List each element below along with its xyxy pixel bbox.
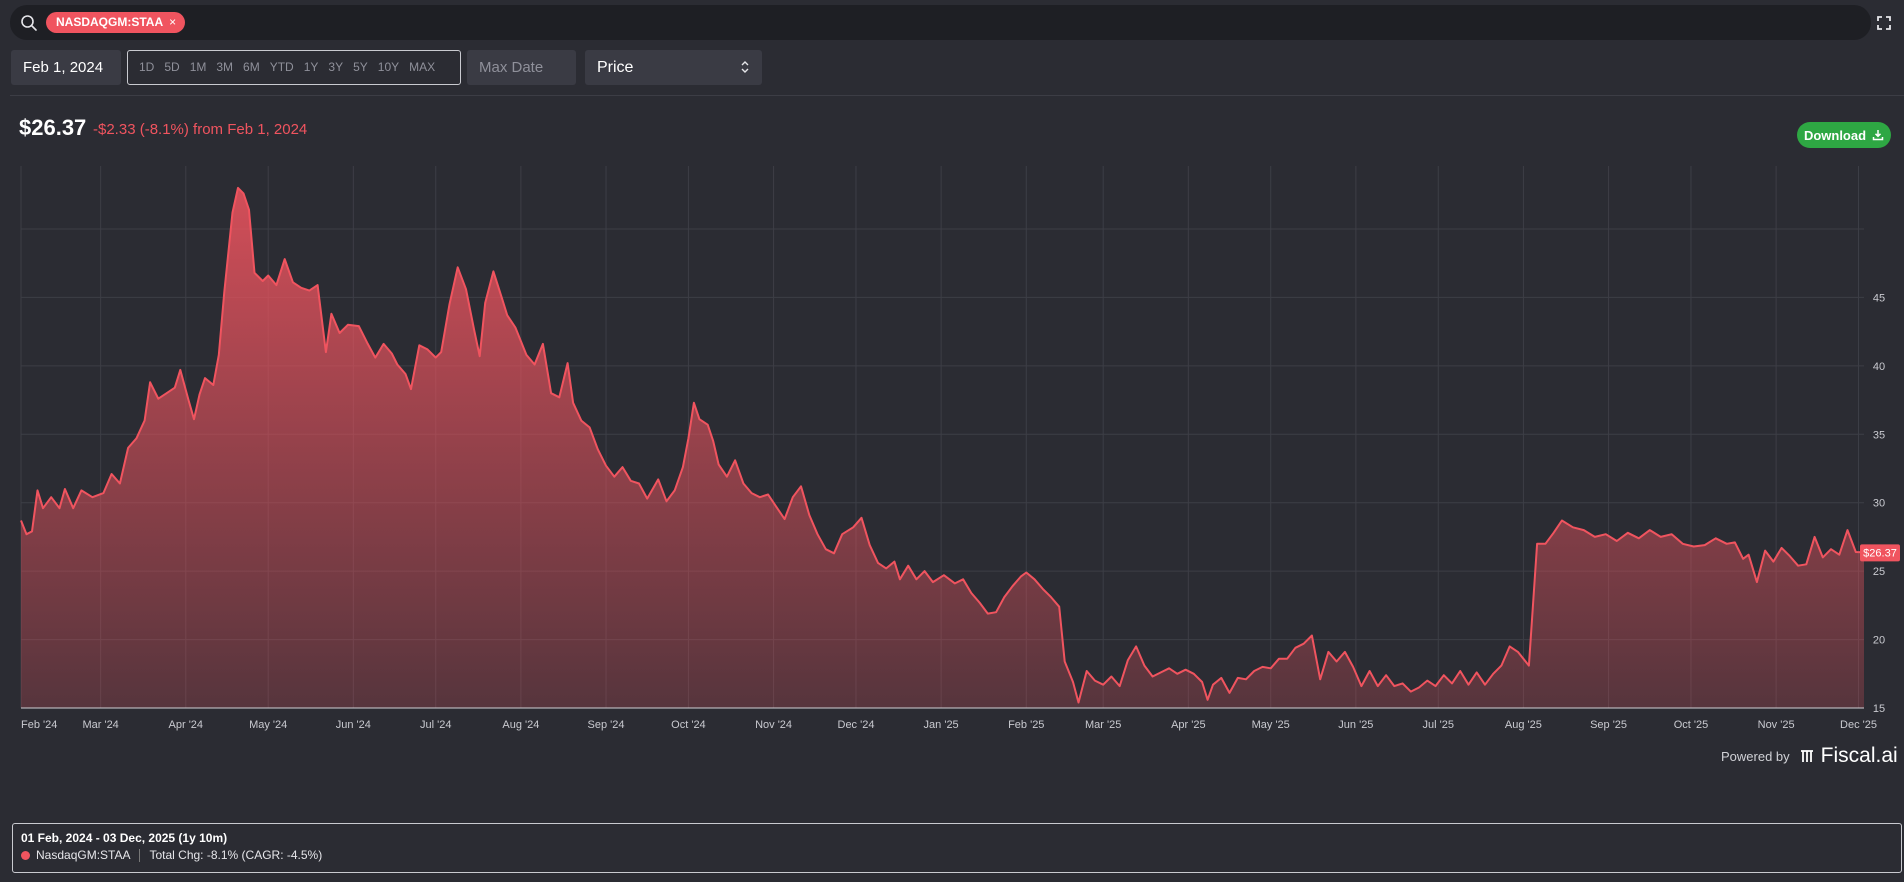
x-tick-label: Jan '25 [924,719,959,731]
x-tick-label: Jun '24 [336,719,371,731]
x-tick-label: Sep '25 [1590,719,1627,731]
search-icon [21,15,37,31]
x-tick-label: Mar '24 [82,719,118,731]
y-tick-label: 15 [1873,703,1885,715]
powered-by-label: Powered by [1721,748,1790,764]
y-tick-label: 45 [1873,292,1885,304]
x-tick-label: Dec '25 [1840,719,1877,731]
summary-divider [139,848,141,862]
download-button[interactable]: Download [1797,122,1891,148]
summary-panel: 01 Feb, 2024 - 03 Dec, 2025 (1y 10m) Nas… [12,823,1902,873]
metric-select-value: Price [597,59,634,76]
brand-logo[interactable]: Fiscal.ai [1798,744,1898,768]
x-tick-label: Dec '24 [838,719,875,731]
range-5d-button[interactable]: 5D [159,51,184,84]
summary-row: NasdaqGM:STAA Total Chg: -8.1% (CAGR: -4… [21,848,1893,862]
range-3m-button[interactable]: 3M [211,51,238,84]
summary-title: 01 Feb, 2024 - 03 Dec, 2025 (1y 10m) [21,831,228,845]
x-tick-label: Jun '25 [1338,719,1373,731]
search-bar[interactable]: NASDAQGM:STAA × [10,5,1871,40]
fiscal-logo-icon [1800,750,1813,762]
header-divider [10,95,1904,96]
x-tick-label: Aug '25 [1505,719,1542,731]
y-tick-label: 40 [1873,361,1885,373]
ticker-chip[interactable]: NASDAQGM:STAA × [46,12,186,33]
powered-by: Powered by Fiscal.ai [1721,744,1898,768]
last-price-label: $26.37 [1863,547,1897,559]
range-1d-button[interactable]: 1D [134,51,159,84]
x-tick-label: May '25 [1252,719,1290,731]
x-tick-label: Mar '25 [1085,719,1121,731]
range-1y-button[interactable]: 1Y [299,51,324,84]
date-from-field[interactable]: Feb 1, 2024 [11,50,121,85]
x-tick-label: Nov '25 [1758,719,1795,731]
brand-name: Fiscal.ai [1820,744,1898,767]
x-tick-label: Feb '25 [1008,719,1044,731]
range-10y-button[interactable]: 10Y [373,51,404,84]
range-ytd-button[interactable]: YTD [265,51,299,84]
x-tick-label: Nov '24 [755,719,792,731]
x-tick-label: Apr '25 [1171,719,1206,731]
chip-remove-icon[interactable]: × [169,12,176,33]
range-6m-button[interactable]: 6M [238,51,265,84]
summary-series: NasdaqGM:STAA [36,848,131,862]
range-5y-button[interactable]: 5Y [348,51,373,84]
metric-select[interactable]: Price [585,50,762,85]
fullscreen-icon[interactable] [1877,16,1891,30]
x-tick-label: Feb '24 [21,719,57,731]
range-3y-button[interactable]: 3Y [323,51,348,84]
chevron-up-down-icon [741,61,749,73]
series-dot-icon [21,850,30,860]
price-area [21,187,1864,708]
download-icon [1872,130,1884,141]
range-max-button[interactable]: MAX [404,51,440,84]
x-tick-label: Jul '24 [420,719,451,731]
range-selector: 1D 5D 1M 3M 6M YTD 1Y 3Y 5Y 10Y MAX [127,50,461,85]
x-tick-label: Aug '24 [502,719,539,731]
x-tick-label: Sep '24 [588,719,625,731]
price-chart: Feb '24 Mar '24 Apr '24 May '24 Jun '24 Jul '… [20,166,1900,731]
max-date-field[interactable] [467,50,576,85]
y-tick-label: 30 [1873,498,1885,510]
current-price: $26.37 [19,115,87,140]
summary-total-change: Total Chg: -8.1% (CAGR: -4.5%) [149,848,323,862]
y-tick-label: 35 [1873,429,1885,441]
x-tick-label: Jul '25 [1423,719,1454,731]
download-label: Download [1803,127,1867,143]
y-tick-label: 20 [1873,635,1885,647]
x-tick-label: Oct '25 [1674,719,1709,731]
x-tick-label: Oct '24 [671,719,706,731]
x-tick-label: Apr '24 [169,719,204,731]
range-1m-button[interactable]: 1M [185,51,212,84]
y-tick-label: 25 [1873,566,1885,578]
ticker-chip-label: NASDAQGM:STAA [56,15,164,29]
price-change: -$2.33 (-8.1%) from Feb 1, 2024 [93,121,308,138]
x-tick-label: May '24 [249,719,287,731]
